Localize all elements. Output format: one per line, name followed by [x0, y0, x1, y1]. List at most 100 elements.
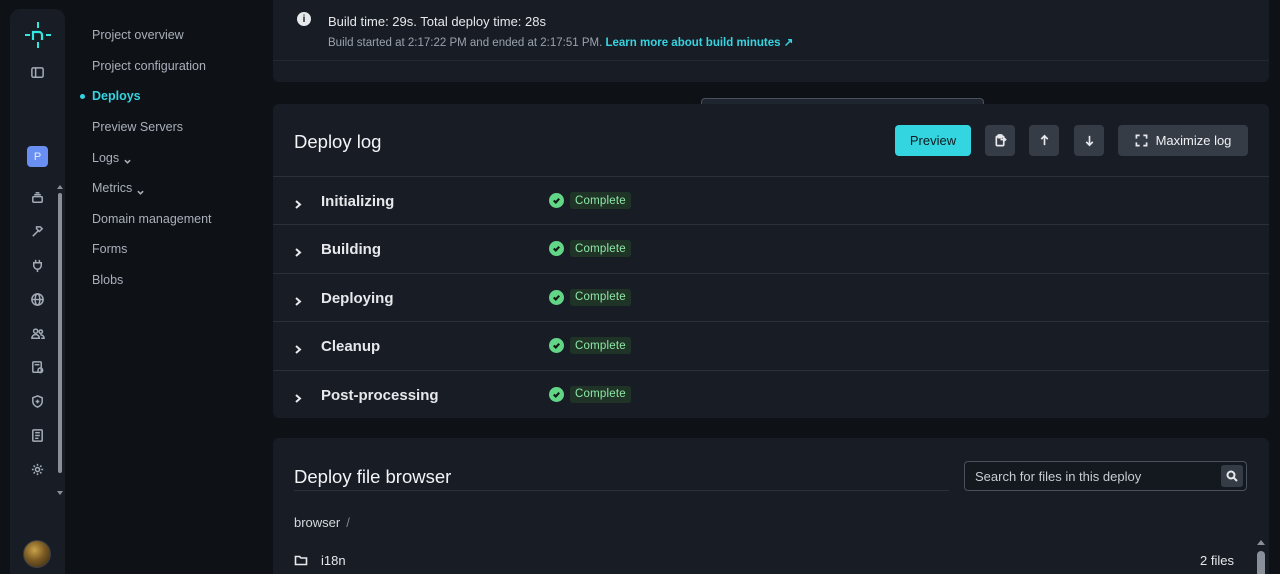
shield-icon[interactable]: [24, 388, 51, 415]
arrow-up-icon: [1040, 134, 1048, 146]
plug-icon[interactable]: [24, 252, 51, 279]
file-count: 2 files: [1200, 553, 1234, 568]
deploy-log-card: Deploy log Preview Maximize log Initiali…: [273, 104, 1269, 418]
chevron-right-icon: [294, 244, 302, 258]
subnav-item-domain-management[interactable]: Domain management: [80, 204, 260, 235]
subnav-item-label: Deploys: [92, 89, 141, 104]
folder-name: i18n: [321, 553, 346, 568]
deploy-step-row[interactable]: Deploying Complete: [273, 272, 1269, 321]
app: P Project overview Project configuration…: [0, 0, 1280, 574]
subnav-item-project-configuration[interactable]: Project configuration: [80, 51, 260, 82]
check-circle-icon: [549, 386, 564, 402]
deploy-step-row[interactable]: Post-processing Complete: [273, 369, 1269, 418]
preview-button[interactable]: Preview: [895, 125, 971, 156]
subnav-item-logs[interactable]: Logs: [80, 142, 260, 173]
netlify-logo-icon[interactable]: [22, 19, 54, 51]
maximize-log-button[interactable]: Maximize log: [1118, 125, 1248, 156]
site-settings-icon[interactable]: [24, 354, 51, 381]
chevron-right-icon: [294, 196, 302, 209]
deploy-steps-list: Initializing Complete Building Complete …: [273, 176, 1269, 418]
maximize-log-label: Maximize log: [1155, 133, 1232, 148]
scroll-down-arrow-icon[interactable]: [57, 491, 63, 495]
deploy-step-row[interactable]: Building Complete: [273, 224, 1269, 272]
subnav-item-label: Logs: [92, 150, 120, 165]
deploy-log-title: Deploy log: [294, 131, 382, 152]
step-label: Cleanup: [321, 338, 381, 356]
scroll-thumb[interactable]: [1257, 551, 1265, 574]
build-detail-text: Build started at 2:17:22 PM and ended at…: [328, 37, 603, 49]
arrow-down-icon: [1085, 135, 1093, 147]
chevron-right-icon: [294, 390, 302, 403]
scroll-to-bottom-button[interactable]: [1074, 125, 1104, 156]
chevron-down-icon: [124, 154, 131, 165]
file-list-scrollbar[interactable]: [1256, 538, 1266, 574]
divider: [273, 60, 1269, 61]
subnav-item-deploys[interactable]: Deploys: [80, 81, 260, 112]
status-badge: Complete: [570, 337, 631, 355]
layers-icon[interactable]: [24, 184, 51, 211]
check-circle-icon: [549, 193, 564, 208]
build-hammer-icon[interactable]: [24, 218, 51, 245]
scroll-up-arrow-icon[interactable]: [57, 185, 63, 189]
deploy-step-row[interactable]: Cleanup Complete: [273, 321, 1269, 369]
build-time-detail: Build started at 2:17:22 PM and ended at…: [328, 35, 793, 49]
check-circle-icon: [549, 241, 564, 257]
deploy-step-row[interactable]: Initializing Complete: [273, 176, 1269, 224]
breadcrumb-root[interactable]: browser: [294, 515, 340, 530]
copy-log-button[interactable]: [985, 125, 1015, 156]
subnav-item-project-overview[interactable]: Project overview: [80, 20, 260, 51]
breadcrumb-separator: /: [346, 515, 350, 530]
chevron-right-icon: [294, 341, 302, 354]
subnav-item-label: Domain management: [92, 211, 212, 226]
divider: [294, 490, 949, 491]
users-icon[interactable]: [24, 320, 51, 347]
file-list-item[interactable]: i18n 2 files: [294, 553, 1234, 571]
gear-icon[interactable]: [24, 456, 51, 483]
deploy-file-browser-card: Deploy file browser browser / i18n 2 file…: [273, 438, 1269, 574]
check-circle-icon: [549, 289, 564, 305]
chevron-right-icon: [294, 293, 302, 306]
subnav-item-label: Metrics: [92, 181, 133, 196]
scroll-up-arrow-icon[interactable]: [1257, 540, 1265, 545]
file-search-input[interactable]: [975, 467, 1215, 485]
user-avatar[interactable]: [23, 540, 51, 568]
subnav-item-metrics[interactable]: Metrics: [80, 173, 260, 204]
icon-rail: P: [10, 9, 984, 574]
search-icon: [1226, 470, 1238, 482]
project-subnav: Project overview Project configuration D…: [80, 20, 260, 295]
step-label: Building: [321, 241, 381, 259]
step-label: Post-processing: [321, 386, 439, 404]
status-badge: Complete: [570, 192, 631, 209]
file-search-button[interactable]: [1221, 465, 1243, 487]
step-label: Initializing: [321, 193, 395, 210]
globe-icon[interactable]: [24, 286, 51, 313]
maximize-icon: [1135, 134, 1148, 147]
status-badge: Complete: [570, 240, 631, 258]
step-label: Deploying: [321, 289, 394, 307]
subnav-item-blobs[interactable]: Blobs: [80, 265, 260, 296]
subnav-item-label: Project configuration: [92, 58, 206, 73]
clipboard-icon: [994, 134, 1007, 147]
file-browser-title: Deploy file browser: [294, 466, 452, 487]
folder-icon: [294, 553, 308, 567]
build-minutes-link[interactable]: Learn more about build minutes ↗: [605, 37, 793, 49]
scroll-to-top-button[interactable]: [1029, 125, 1059, 156]
build-time-summary: Build time: 29s. Total deploy time: 28s: [328, 14, 546, 29]
status-badge: Complete: [570, 385, 631, 403]
rail-scrollbar[interactable]: [57, 185, 63, 503]
subnav-item-label: Forms: [92, 242, 128, 257]
info-icon: i: [297, 12, 311, 26]
check-circle-icon: [549, 338, 564, 354]
sidebar-toggle-icon[interactable]: [24, 59, 51, 86]
breadcrumb: browser /: [294, 515, 350, 530]
subnav-item-preview-servers[interactable]: Preview Servers: [80, 112, 260, 143]
project-avatar[interactable]: P: [27, 146, 48, 167]
log-book-icon[interactable]: [24, 422, 51, 449]
scroll-thumb[interactable]: [58, 193, 62, 473]
build-summary-card: i Build time: 29s. Total deploy time: 28…: [273, 0, 1269, 82]
file-search: [964, 461, 1247, 491]
subnav-item-label: Project overview: [92, 28, 184, 43]
subnav-item-forms[interactable]: Forms: [80, 234, 260, 265]
chevron-down-icon: [137, 185, 144, 195]
status-badge: Complete: [570, 288, 631, 306]
